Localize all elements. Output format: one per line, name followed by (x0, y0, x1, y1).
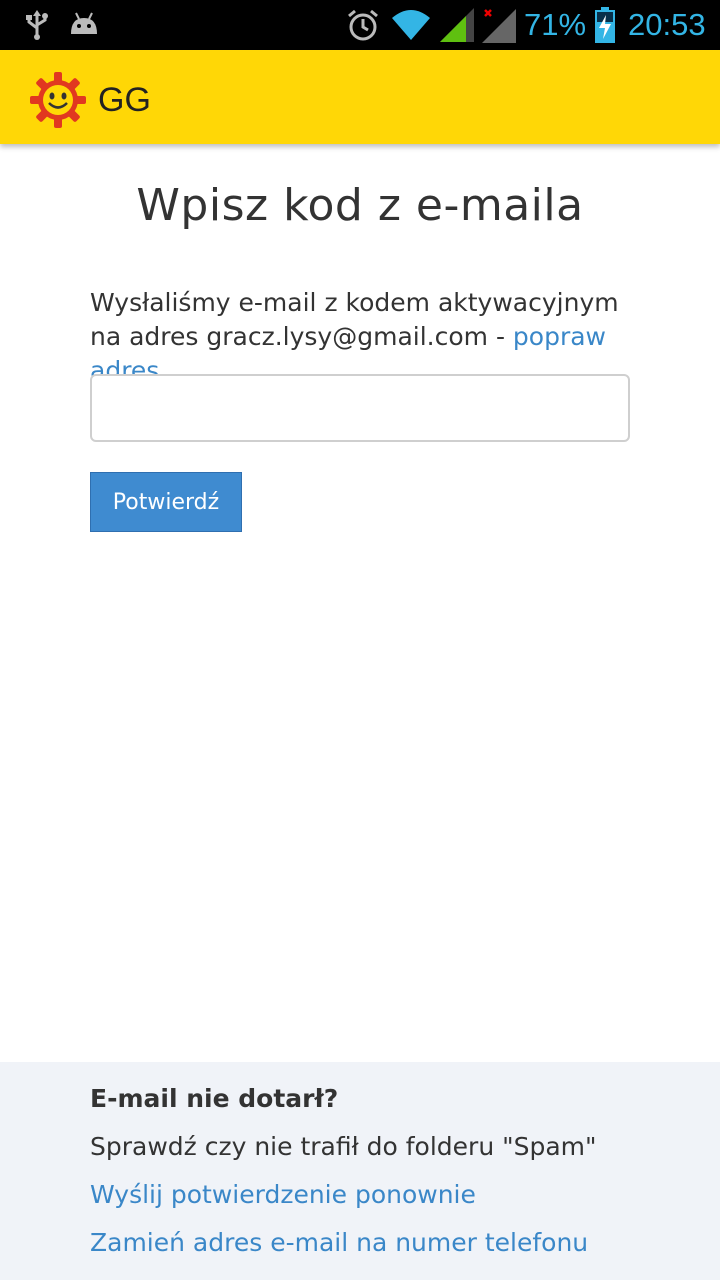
footer-heading: E-mail nie dotarł? (90, 1084, 339, 1113)
confirm-button[interactable]: Potwierdź (90, 472, 242, 532)
signal-no-data-icon (482, 0, 518, 50)
battery-charging-icon (594, 0, 616, 50)
app-title: GG (98, 81, 151, 119)
clock: 20:53 (628, 7, 706, 42)
page-title: Wpisz kod z e-maila (136, 180, 584, 231)
app-bar: GG (0, 50, 720, 144)
battery-percent: 71% (524, 7, 587, 42)
change-to-phone-link[interactable]: Zamień adres e-mail na numer telefonu (90, 1228, 588, 1257)
usb-icon (24, 0, 50, 50)
status-bar: 71% 20:53 (0, 0, 720, 50)
android-icon (68, 0, 100, 50)
email-help-footer: E-mail nie dotarł? Sprawdź czy nie trafi… (0, 1062, 720, 1280)
alarm-icon (346, 0, 380, 50)
gg-sun-logo (28, 70, 88, 130)
activation-code-input[interactable] (90, 374, 630, 442)
spam-hint: Sprawdź czy nie trafił do folderu "Spam" (90, 1132, 597, 1161)
resend-confirmation-link[interactable]: Wyślij potwierdzenie ponownie (90, 1180, 476, 1209)
signal-icon (440, 0, 474, 50)
wifi-icon (390, 0, 432, 50)
activation-info: Wysłaliśmy e-mail z kodem aktywacyjnym n… (90, 286, 650, 388)
